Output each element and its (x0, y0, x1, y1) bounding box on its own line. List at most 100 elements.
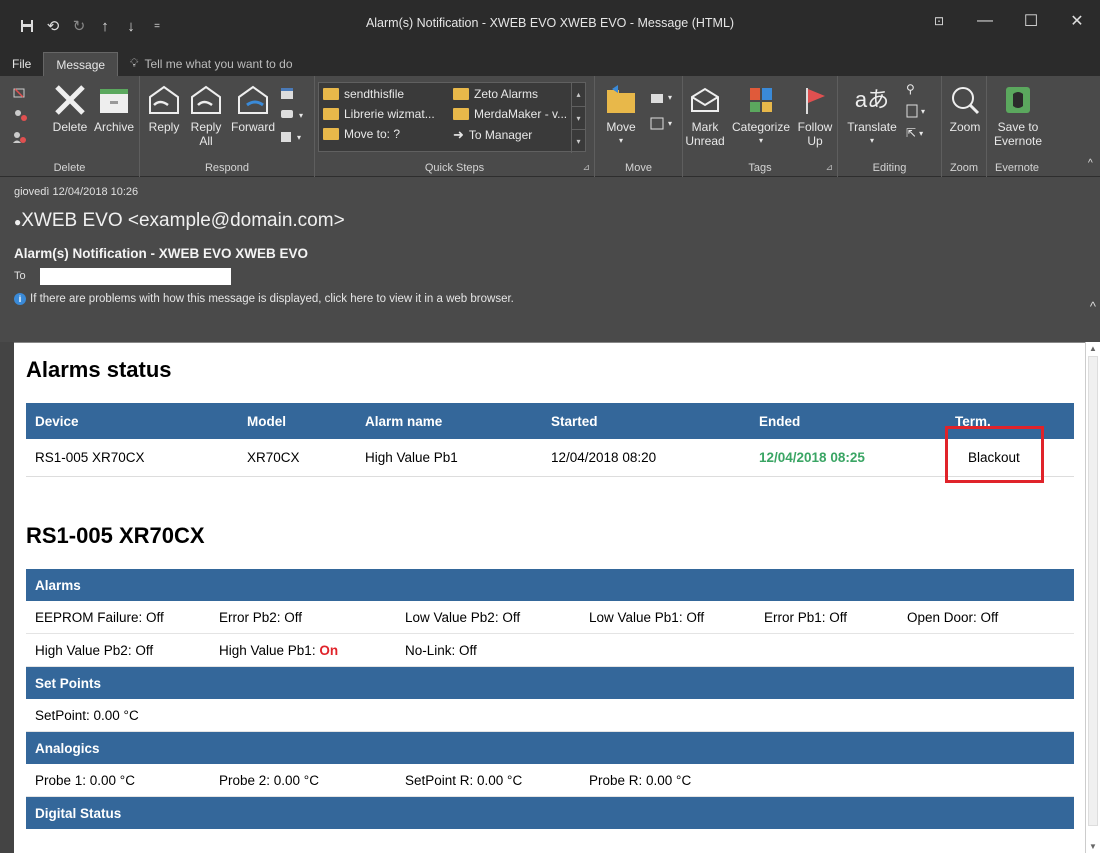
vertical-scrollbar[interactable]: ▲ ▼ (1085, 342, 1100, 853)
ribbon-tabs: File Message 💡︎ Tell me what you want to… (0, 52, 1100, 76)
forward-icon (235, 80, 271, 120)
ribbon-display-icon[interactable]: ⊡ (916, 6, 962, 36)
select-icon[interactable]: ⇱ ▾ (906, 126, 923, 140)
junk-icon[interactable] (12, 130, 26, 144)
cell-started: 12/04/2018 08:20 (542, 439, 750, 477)
to-recipient-field[interactable] (40, 268, 231, 285)
probe-2: Probe 2: 0.00 °C (219, 772, 319, 788)
cleanup-icon[interactable] (12, 108, 30, 122)
tab-file[interactable]: File (0, 52, 43, 76)
sender[interactable]: ●XWEB EVO <example@domain.com> (14, 210, 345, 232)
section-alarms: Alarms (26, 569, 1074, 601)
archive-button[interactable]: Archive (91, 80, 137, 134)
scroll-up-icon[interactable]: ▴ (572, 83, 585, 107)
alarm-on-value: On (319, 642, 339, 658)
close-button[interactable]: ✕ (1054, 6, 1100, 36)
quick-step-to-manager[interactable]: ➜ To Manager (453, 127, 532, 143)
received-date: giovedì 12/04/2018 10:26 (14, 186, 139, 198)
delete-group: Delete Archive Delete (0, 76, 140, 177)
quick-steps-launcher-icon[interactable]: ⊿ (582, 162, 590, 173)
device-detail: Alarms EEPROM Failure: Off Error Pb2: Of… (26, 569, 1074, 829)
flag-icon (803, 80, 827, 120)
evernote-group: Save to Evernote Evernote (987, 76, 1047, 177)
quick-step-move-to[interactable]: Move to: ? (323, 127, 400, 141)
more-respond-icon[interactable]: ▾ (280, 130, 301, 144)
col-device: Device (26, 403, 238, 439)
cell-alarm: High Value Pb1 (356, 439, 542, 477)
section-analogics: Analogics (26, 732, 1074, 764)
onenote-icon[interactable]: ▾ (649, 116, 672, 130)
follow-up-button[interactable]: Follow Up (795, 80, 835, 148)
setpoint-value: SetPoint: 0.00 °C (35, 707, 139, 723)
zoom-group: Zoom Zoom (942, 76, 987, 177)
reply-all-icon (188, 80, 224, 120)
translate-button[interactable]: aあ Translate ▾ (842, 80, 902, 148)
title-bar: ⟲ ↻ ↑ ↓ = Alarm(s) Notification - XWEB E… (0, 0, 1100, 52)
ignore-icon[interactable] (12, 86, 26, 100)
table-row: RS1-005 XR70CX XR70CX High Value Pb1 12/… (26, 439, 1074, 477)
quick-step-sendthisfile[interactable]: sendthisfile (323, 87, 404, 101)
collapse-header-icon[interactable]: ^ (1090, 299, 1096, 314)
highlight-box (945, 426, 1044, 483)
section-digital-status: Digital Status (26, 797, 1074, 829)
table-header-row: Device Model Alarm name Started Ended Te… (26, 403, 1074, 439)
analogics-row: Probe 1: 0.00 °C Probe 2: 0.00 °C SetPoi… (26, 764, 1074, 797)
save-to-evernote-button[interactable]: Save to Evernote (991, 80, 1045, 148)
tell-me-box[interactable]: 💡︎ Tell me what you want to do (118, 51, 304, 76)
forward-arrow-icon: ➜ (453, 127, 464, 142)
alarm-low-pb1: Low Value Pb1: Off (589, 609, 705, 625)
message-subject: Alarm(s) Notification - XWEB EVO XWEB EV… (14, 246, 309, 261)
reply-all-button[interactable]: Reply All (184, 80, 228, 148)
quick-steps-scroll[interactable]: ▴ ▾ ▾ (571, 83, 585, 153)
quick-steps-gallery: sendthisfile Zeto Alarms Librerie wizmat… (318, 82, 586, 153)
maximize-button[interactable]: ☐ (1008, 6, 1054, 36)
scroll-up-icon[interactable]: ▲ (1089, 344, 1097, 353)
alarm-no-link: No-Link: Off (405, 642, 477, 658)
translate-icon: aあ (854, 87, 890, 112)
move-group: Move ▾ ▾ ▾ Move (595, 76, 683, 177)
related-icon[interactable]: ▾ (906, 104, 925, 118)
zoom-button[interactable]: Zoom (944, 80, 986, 134)
quick-step-librerie[interactable]: Librerie wizmat... (323, 107, 435, 121)
delete-x-icon (53, 80, 87, 120)
collapse-ribbon-icon[interactable]: ^ (1088, 158, 1093, 169)
find-icon[interactable]: ⚲ (906, 82, 915, 96)
quick-step-merdamaker[interactable]: MerdaMaker - v... (453, 107, 567, 121)
scroll-down-icon[interactable]: ▼ (1089, 842, 1097, 851)
folder-icon (323, 128, 339, 140)
forward-button[interactable]: Forward (228, 80, 278, 134)
message-body: Alarms status Device Model Alarm name St… (14, 342, 1085, 853)
col-started: Started (542, 403, 750, 439)
alarms-status-title: Alarms status (26, 357, 172, 382)
categorize-button[interactable]: Categorize ▾ (727, 80, 795, 148)
folder-icon (453, 108, 469, 120)
rules-icon[interactable]: ▾ (649, 90, 672, 104)
window-controls: ⊡ — ☐ ✕ (916, 6, 1100, 36)
info-bar[interactable]: i If there are problems with how this me… (14, 293, 514, 305)
alarms-row: High Value Pb2: Off High Value Pb1: On N… (26, 634, 1074, 667)
tags-group: Mark Unread Categorize ▾ Follow Up ⊿ Tag… (683, 76, 838, 177)
meeting-icon[interactable] (280, 86, 294, 100)
scroll-down-icon[interactable]: ▾ (572, 107, 585, 131)
respond-group: Reply Reply All Forward ▾ ▾ Respond (140, 76, 315, 177)
im-icon[interactable]: ▾ (280, 108, 303, 122)
reply-button[interactable]: Reply (144, 80, 184, 134)
alarm-high-pb1: High Value Pb1: On (219, 642, 339, 658)
move-button[interactable]: Move ▾ (601, 80, 641, 148)
quick-step-zeto-alarms[interactable]: Zeto Alarms (453, 87, 538, 101)
minimize-button[interactable]: — (962, 6, 1008, 36)
expand-gallery-icon[interactable]: ▾ (572, 130, 585, 153)
delete-button[interactable]: Delete (47, 80, 93, 134)
alarm-eeprom: EEPROM Failure: Off (35, 609, 164, 625)
setpoint-r: SetPoint R: 0.00 °C (405, 772, 523, 788)
alarm-error-pb1: Error Pb1: Off (764, 609, 848, 625)
message-header: giovedì 12/04/2018 10:26 ●XWEB EVO <exam… (0, 177, 1100, 342)
mark-unread-button[interactable]: Mark Unread (685, 80, 725, 148)
alarms-row: EEPROM Failure: Off Error Pb2: Off Low V… (26, 601, 1074, 634)
alarm-error-pb2: Error Pb2: Off (219, 609, 303, 625)
tab-message[interactable]: Message (43, 52, 119, 76)
ribbon: Delete Archive Delete Reply Reply All Fo… (0, 76, 1100, 177)
col-alarm-name: Alarm name (356, 403, 542, 439)
alarm-high-pb2: High Value Pb2: Off (35, 642, 154, 658)
scroll-thumb[interactable] (1088, 356, 1098, 826)
